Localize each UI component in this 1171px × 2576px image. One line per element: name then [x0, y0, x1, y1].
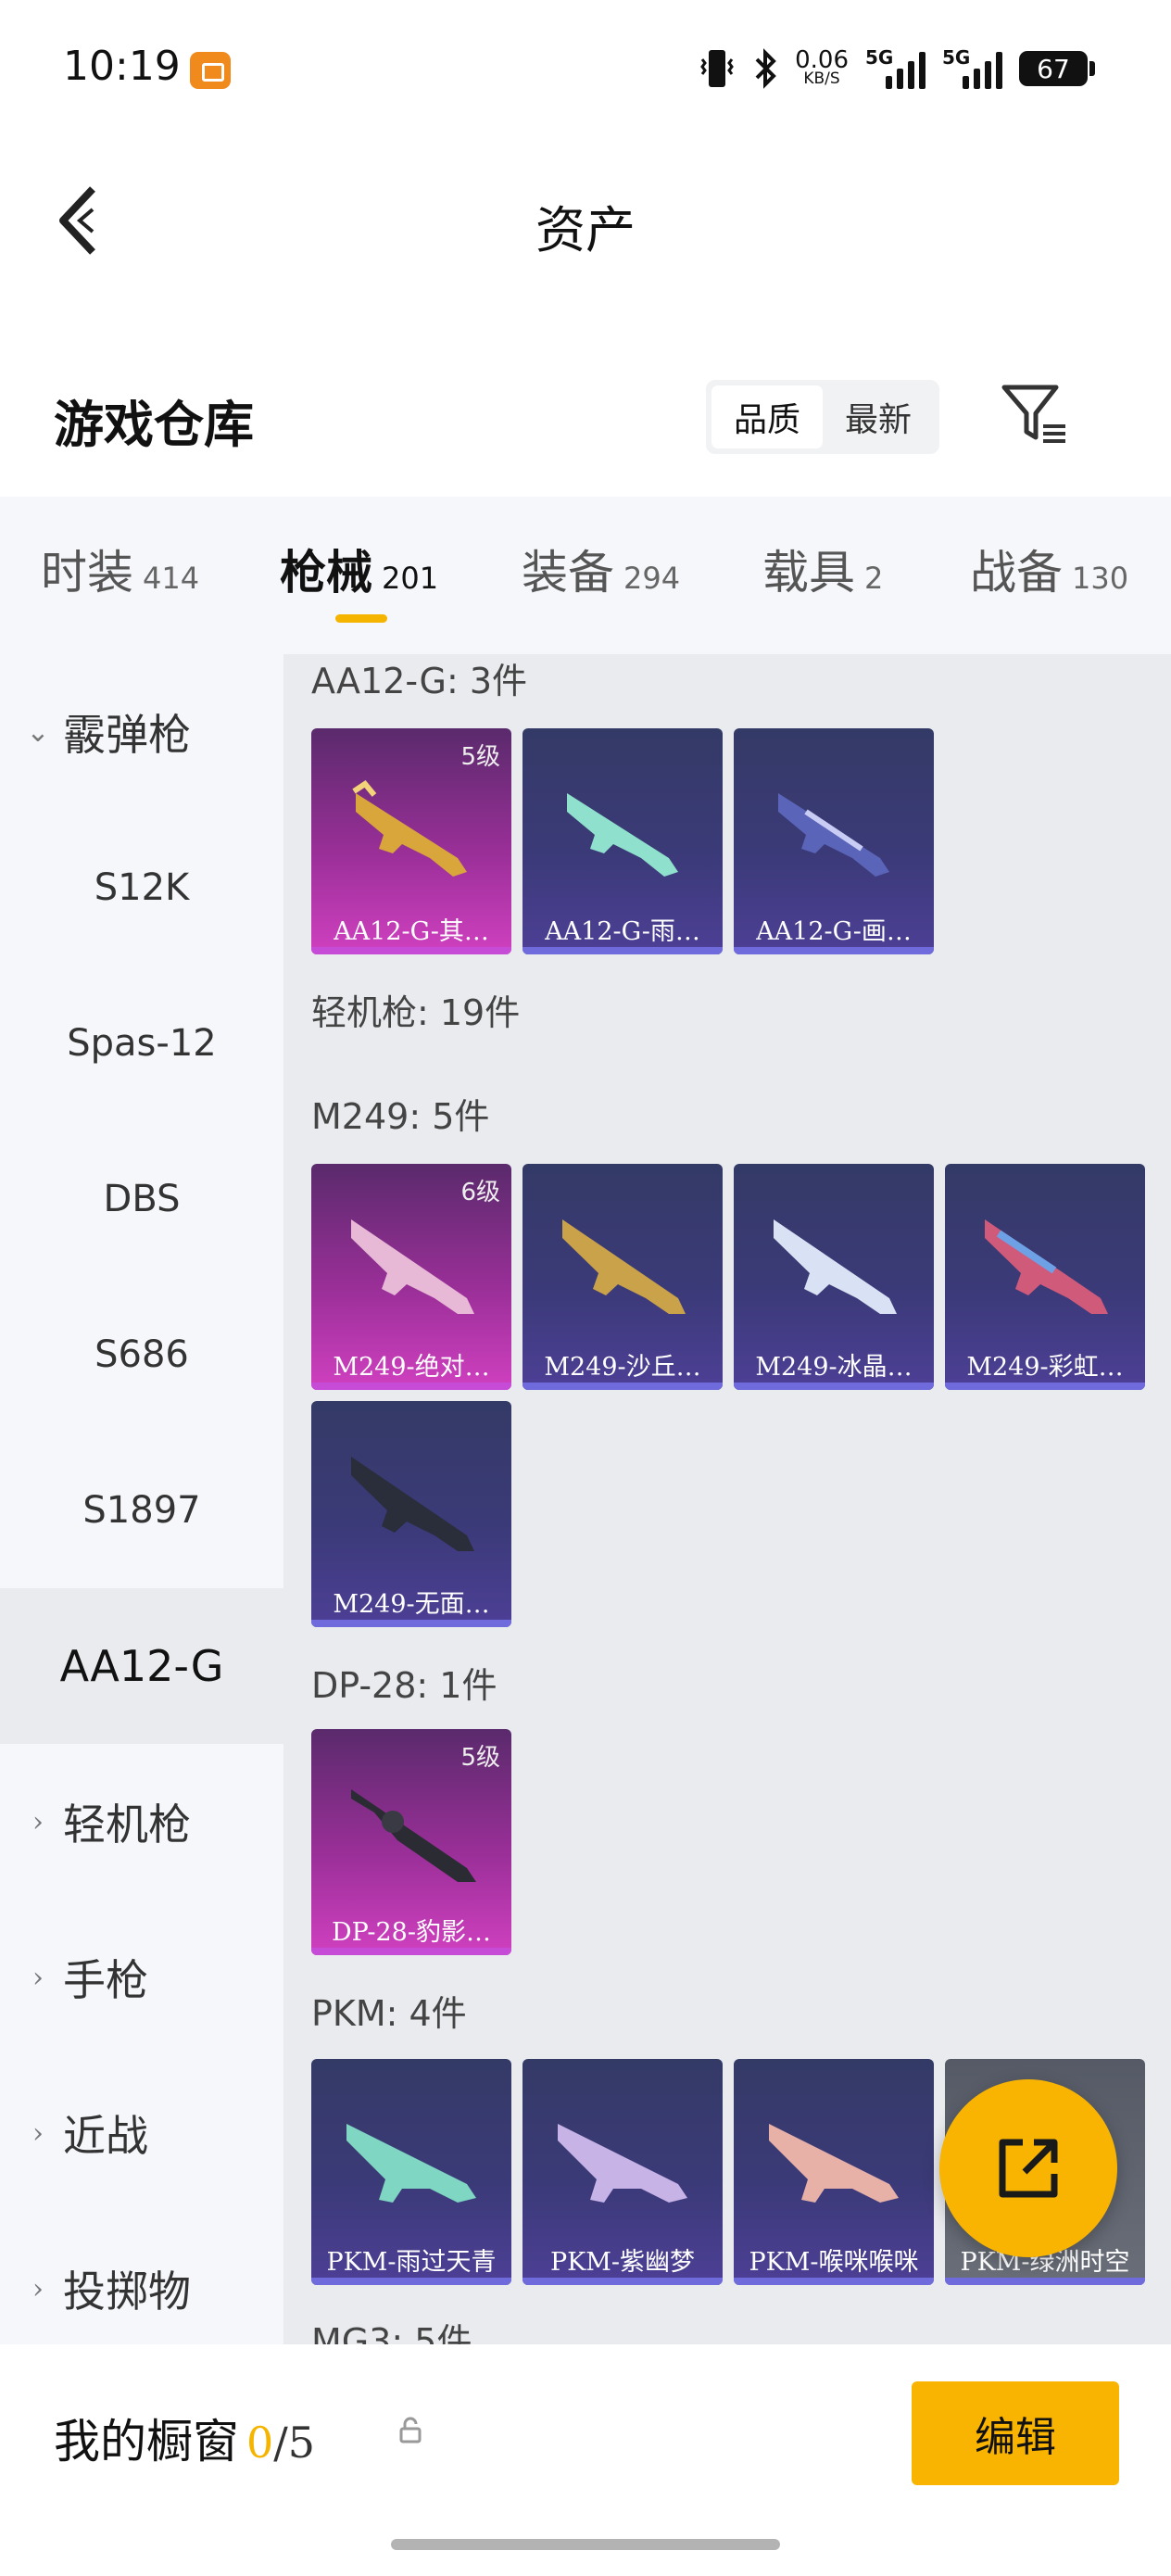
weapon-card[interactable]: 5级 DP-28-豹影… — [311, 1729, 511, 1955]
edit-button[interactable]: 编辑 — [912, 2381, 1119, 2485]
machine-gun-icon — [351, 1219, 474, 1314]
chevron-right-icon: › — [32, 1805, 44, 1838]
sidebar-group-lmg[interactable]: › 轻机枪 — [0, 1744, 283, 1900]
chevron-right-icon: › — [32, 2116, 44, 2150]
active-tab-indicator — [335, 614, 387, 623]
weapon-name: PKM-雨过天青 — [326, 2248, 497, 2277]
weapon-card[interactable]: PKM-喉咪喉咪 — [734, 2059, 934, 2285]
chevron-down-icon: ⌄ — [26, 715, 50, 749]
home-indicator[interactable] — [391, 2539, 780, 2550]
chevron-right-icon: › — [32, 2272, 44, 2305]
sidebar-item-dbs[interactable]: DBS — [0, 1121, 283, 1277]
sidebar-item-spas12[interactable]: Spas-12 — [0, 966, 283, 1121]
bluetooth-icon — [755, 48, 776, 89]
section-title-m249: M249: 5件 — [311, 1096, 490, 1137]
tab-vehicles[interactable]: 载具 2 — [762, 536, 883, 602]
status-icons: 0.06 KB/S 5G 5G 67 — [699, 43, 1095, 95]
sort-toggle: 品质 最新 — [706, 380, 939, 454]
filter-icon[interactable] — [1001, 384, 1069, 447]
weapon-card[interactable]: M249-无面… — [311, 1401, 511, 1627]
status-time: 10:19 — [63, 43, 181, 90]
weapon-name: M249-无面… — [333, 1590, 490, 1619]
sidebar-item-s1897[interactable]: S1897 — [0, 1433, 283, 1588]
section-title-mg3: MG3: 5件 — [311, 2321, 472, 2344]
weapon-name: M249-绝对… — [333, 1353, 490, 1382]
tab-fashion[interactable]: 时装 414 — [41, 536, 199, 602]
machine-gun-icon — [769, 2124, 899, 2203]
tab-equipment[interactable]: 装备 294 — [522, 536, 680, 602]
sort-latest-button[interactable]: 最新 — [823, 385, 934, 448]
section-title-pkm: PKM: 4件 — [311, 1993, 467, 2034]
weapon-name: PKM-紫幽梦 — [549, 2248, 696, 2277]
warehouse-title: 游戏仓库 — [54, 395, 254, 454]
vibrate-icon — [700, 50, 734, 87]
showcase-label-group: 我的橱窗 0/5 — [54, 2405, 315, 2471]
section-title-aa12g: AA12-G: 3件 — [311, 661, 528, 701]
weapon-name: AA12-G-雨… — [545, 917, 700, 946]
sidebar-group-shotgun[interactable]: ⌄ 霰弹枪 — [0, 654, 283, 810]
sidebar-group-melee[interactable]: › 近战 — [0, 2055, 283, 2211]
showcase-count: 0/5 — [246, 2418, 316, 2468]
sidebar-item-aa12g[interactable]: AA12-G — [0, 1588, 283, 1744]
weapon-card[interactable]: PKM-雨过天青 — [311, 2059, 511, 2285]
shotgun-icon — [778, 793, 889, 877]
weapon-card[interactable]: PKM-紫幽梦 — [523, 2059, 723, 2285]
battery-icon: 67 — [1019, 51, 1095, 86]
weapon-card[interactable]: AA12-G-雨… — [523, 728, 723, 954]
weapon-name: M249-彩虹… — [966, 1353, 1124, 1382]
rifle-icon — [351, 1789, 476, 1882]
share-external-icon — [999, 2139, 1058, 2198]
weapon-name: AA12-G-画… — [756, 917, 912, 946]
shotgun-icon — [567, 793, 678, 877]
weapon-name: DP-28-豹影… — [332, 1918, 491, 1947]
status-bar: 10:19 0.06 KB/S 5G 5G 67 — [0, 0, 1171, 139]
tab-weapons[interactable]: 枪械 201 — [280, 536, 438, 602]
section-title-dp28: DP-28: 1件 — [311, 1665, 497, 1706]
signal-icon: 5G — [865, 46, 925, 89]
showcase-label: 我的橱窗 — [54, 2415, 239, 2469]
lock-icon — [399, 2417, 422, 2443]
signal-icon-2: 5G — [942, 46, 1002, 89]
page-title: 资产 — [535, 201, 636, 259]
tab-supplies[interactable]: 战备 130 — [970, 536, 1128, 602]
machine-gun-icon — [774, 1219, 897, 1314]
weapon-card[interactable]: M249-冰晶… — [734, 1164, 934, 1390]
weapon-name: AA12-G-其… — [334, 917, 489, 946]
machine-gun-icon — [562, 1219, 686, 1314]
network-speed: 0.06 KB/S — [795, 46, 849, 88]
weapon-card[interactable]: M249-沙丘… — [523, 1164, 723, 1390]
chevron-right-icon: › — [32, 1961, 44, 1994]
shotgun-icon — [352, 780, 467, 877]
sort-quality-button[interactable]: 品质 — [711, 385, 823, 448]
share-button[interactable] — [939, 2079, 1117, 2257]
weapon-card[interactable]: 5级 AA12-G-其… — [311, 728, 511, 954]
section-title-lmg: 轻机枪: 19件 — [311, 992, 521, 1033]
machine-gun-icon — [346, 2124, 476, 2203]
weapon-name: PKM-喉咪喉咪 — [749, 2248, 919, 2277]
machine-gun-icon — [985, 1219, 1108, 1314]
weapon-card[interactable]: 6级 M249-绝对… — [311, 1164, 511, 1390]
sidebar-item-s12k[interactable]: S12K — [0, 810, 283, 966]
sidebar-item-s686[interactable]: S686 — [0, 1277, 283, 1433]
notification-app-icon — [190, 52, 231, 89]
machine-gun-icon — [558, 2124, 687, 2203]
sidebar-group-throwable[interactable]: › 投掷物 — [0, 2211, 283, 2367]
weapon-name: M249-冰晶… — [755, 1353, 913, 1382]
weapon-card[interactable]: M249-彩虹… — [945, 1164, 1145, 1390]
weapon-name: M249-沙丘… — [544, 1353, 701, 1382]
weapon-card[interactable]: AA12-G-画… — [734, 728, 934, 954]
machine-gun-icon — [351, 1457, 474, 1551]
sidebar-group-pistol[interactable]: › 手枪 — [0, 1900, 283, 2055]
